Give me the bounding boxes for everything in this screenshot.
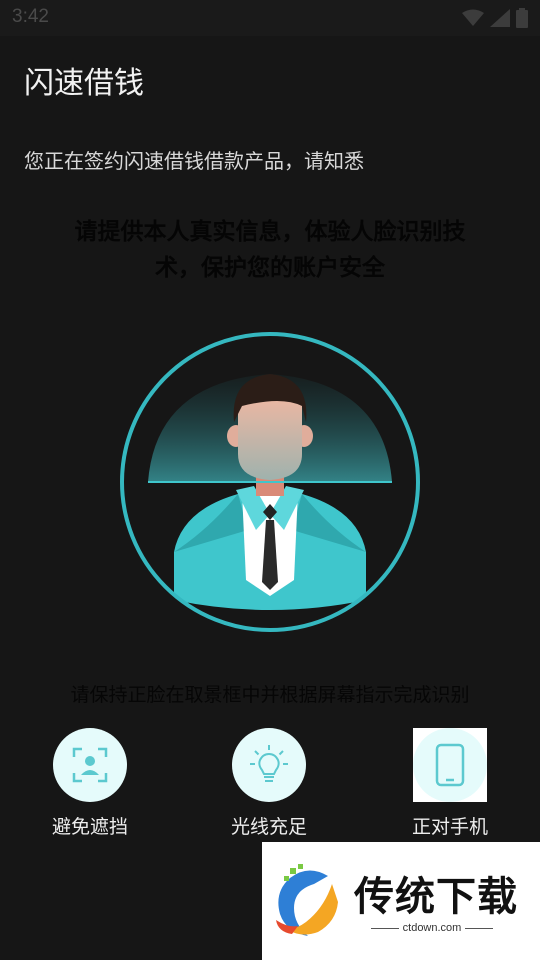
instruction-line-1: 请提供本人真实信息，体验人脸识别技: [74, 219, 466, 245]
face-frame: [120, 332, 420, 632]
watermark-logo: [276, 864, 338, 936]
signal-icon: [490, 9, 510, 27]
status-icons: [462, 8, 528, 28]
tip-label: 光线充足: [230, 816, 307, 838]
instruction-line-2: 术，保护您的账户安全: [155, 255, 385, 281]
status-time: 3:42: [12, 6, 49, 27]
face: [238, 400, 302, 480]
tip-good-lighting: 光线充足: [199, 728, 339, 839]
tip-avoid-occlusion: 避免遮挡: [20, 728, 160, 839]
battery-icon: [516, 8, 528, 28]
watermark-url: ctdown.com: [354, 922, 510, 934]
face-scan-icon: [53, 728, 127, 802]
watermark-brand: 传统下载: [354, 874, 518, 920]
lightbulb-icon: [232, 728, 306, 802]
tip-face-phone: 正对手机: [380, 728, 520, 839]
agreement-notice: 您正在签约闪速借钱借款产品，请知悉: [24, 149, 364, 173]
tip-label: 避免遮挡: [51, 816, 128, 838]
positioning-hint: 请保持正脸在取景框中并根据屏幕指示完成识别: [70, 684, 470, 706]
phone-icon: [413, 728, 487, 802]
instruction-text: 请提供本人真实信息，体验人脸识别技 术，保护您的账户安全: [40, 214, 500, 286]
status-bar: 3:42: [0, 0, 540, 36]
app-title: 闪速借钱: [24, 66, 144, 101]
wifi-icon: [462, 9, 484, 26]
tip-label: 正对手机: [411, 816, 488, 838]
watermark: 传统下载 ctdown.com: [262, 842, 540, 960]
